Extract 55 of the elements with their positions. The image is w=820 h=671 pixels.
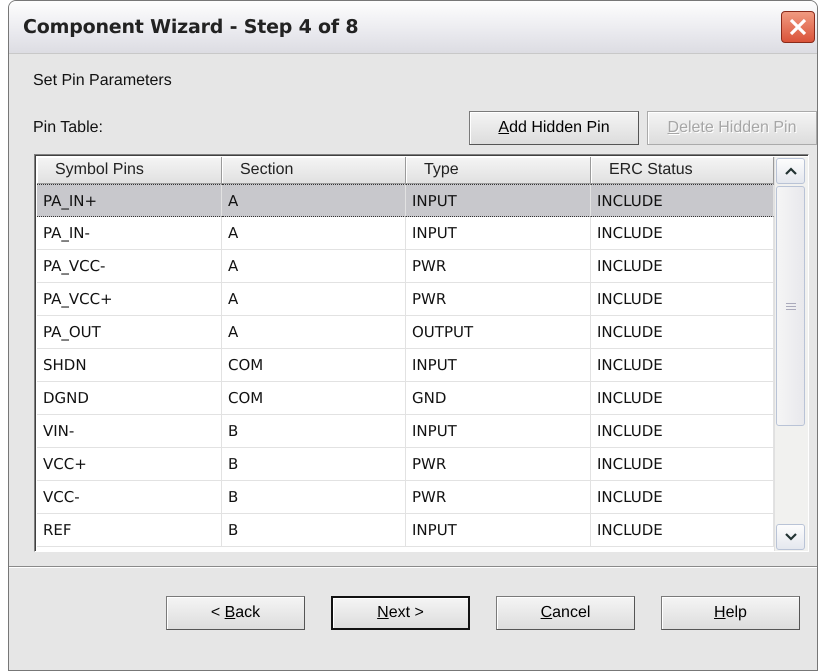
- table-cell[interactable]: OUTPUT: [406, 316, 591, 349]
- table-cell[interactable]: PA_IN-: [37, 217, 222, 250]
- table-cell[interactable]: PWR: [406, 481, 591, 514]
- next-button[interactable]: Next >: [331, 596, 470, 630]
- back-button[interactable]: < Back: [166, 596, 305, 630]
- add-hidden-pin-button[interactable]: Add Hidden Pin: [469, 111, 639, 145]
- table-cell[interactable]: INPUT: [406, 184, 591, 217]
- step-heading: Set Pin Parameters: [33, 72, 173, 91]
- table-cell[interactable]: VIN-: [37, 415, 222, 448]
- table-cell[interactable]: REF: [37, 514, 222, 547]
- table-cell[interactable]: A: [222, 316, 406, 349]
- column-header[interactable]: ERC Status: [591, 157, 774, 184]
- table-cell[interactable]: INCLUDE: [591, 184, 774, 217]
- table-cell[interactable]: INPUT: [406, 349, 591, 382]
- vertical-scrollbar[interactable]: [774, 157, 808, 551]
- table-cell[interactable]: B: [222, 514, 406, 547]
- table-cell[interactable]: A: [222, 250, 406, 283]
- table-cell[interactable]: PWR: [406, 448, 591, 481]
- table-cell[interactable]: INPUT: [406, 217, 591, 250]
- close-icon: [789, 18, 807, 36]
- table-cell[interactable]: A: [222, 217, 406, 250]
- grip-icon: [786, 302, 796, 310]
- scroll-down-button[interactable]: [776, 524, 805, 550]
- table-cell[interactable]: PA_VCC+: [37, 283, 222, 316]
- close-button[interactable]: [781, 11, 815, 43]
- table-cell[interactable]: VCC+: [37, 448, 222, 481]
- scroll-thumb[interactable]: [776, 186, 805, 426]
- table-cell[interactable]: INPUT: [406, 415, 591, 448]
- table-cell[interactable]: B: [222, 448, 406, 481]
- table-cell[interactable]: DGND: [37, 382, 222, 415]
- table-cell[interactable]: GND: [406, 382, 591, 415]
- pin-table-label: Pin Table:: [33, 119, 104, 137]
- scroll-up-button[interactable]: [776, 158, 805, 184]
- table-cell[interactable]: INPUT: [406, 514, 591, 547]
- table-cell[interactable]: VCC-: [37, 481, 222, 514]
- table-cell[interactable]: B: [222, 415, 406, 448]
- table-cell[interactable]: A: [222, 283, 406, 316]
- table-cell[interactable]: PA_VCC-: [37, 250, 222, 283]
- table-cell[interactable]: COM: [222, 349, 406, 382]
- down-chevron-icon: [784, 533, 796, 541]
- table-cell[interactable]: PA_OUT: [37, 316, 222, 349]
- table-cell[interactable]: SHDN: [37, 349, 222, 382]
- window-title: Component Wizard - Step 4 of 8: [23, 16, 358, 38]
- table-cell[interactable]: PWR: [406, 250, 591, 283]
- cancel-button[interactable]: Cancel: [496, 596, 635, 630]
- table-cell[interactable]: PWR: [406, 283, 591, 316]
- table-cell[interactable]: B: [222, 481, 406, 514]
- column-header[interactable]: Symbol Pins: [37, 157, 222, 184]
- table-cell[interactable]: A: [222, 184, 406, 217]
- help-button[interactable]: Help: [661, 596, 800, 630]
- column-header[interactable]: Section: [222, 157, 406, 184]
- column-header[interactable]: Type: [406, 157, 591, 184]
- table-cell[interactable]: PA_IN+: [37, 184, 222, 217]
- table-cell[interactable]: COM: [222, 382, 406, 415]
- up-chevron-icon: [784, 167, 796, 175]
